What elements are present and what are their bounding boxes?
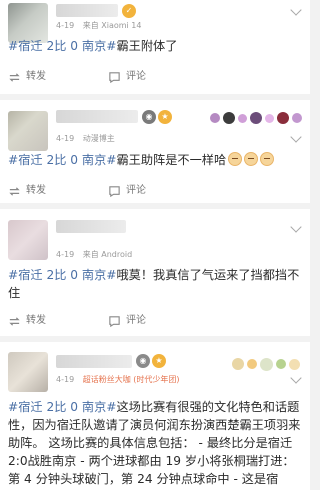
topic-link[interactable]: #宿迁 2比 0 南京# xyxy=(8,39,117,53)
post-meta: 4-19 超话粉丝大咖 (时代少年团) xyxy=(56,374,180,385)
post-card: ✓ 4-19 来自 Xiaomi 14 #宿迁 2比 0 南京#霸王附体了 转发… xyxy=(0,0,310,94)
repost-icon xyxy=(9,72,20,82)
user-badge-icon: ★ xyxy=(152,354,166,368)
repost-label: 转发 xyxy=(26,315,46,326)
repost-icon xyxy=(9,186,20,196)
username-blurred[interactable] xyxy=(56,220,126,233)
post-text: #宿迁 2比 0 南京#霸王附体了 xyxy=(8,37,302,55)
action-bar: 转发 评论 xyxy=(0,310,310,332)
avatar[interactable] xyxy=(8,220,48,260)
topic-link[interactable]: #宿迁 2比 0 南京# xyxy=(8,268,117,282)
comment-button[interactable]: 评论 xyxy=(108,66,146,88)
post-time: 4-19 xyxy=(56,375,75,384)
chevron-down-icon[interactable] xyxy=(290,372,302,384)
avatar[interactable] xyxy=(8,111,48,151)
card-decoration xyxy=(232,356,300,372)
post-body: 霸王助阵是不一样哈 xyxy=(116,153,227,167)
comment-icon xyxy=(109,315,120,327)
action-bar: 转发 评论 xyxy=(0,180,310,202)
repost-button[interactable]: 转发 xyxy=(8,66,46,88)
repost-label: 转发 xyxy=(26,71,46,82)
user-badge-icon: ◉ xyxy=(136,354,150,368)
post-meta: 4-19 来自 Android xyxy=(56,249,132,260)
comment-label: 评论 xyxy=(126,71,146,82)
topic-link[interactable]: #宿迁 2比 0 南京# xyxy=(8,153,117,167)
repost-label: 转发 xyxy=(26,185,46,196)
comment-label: 评论 xyxy=(126,315,146,326)
post-meta: 4-19 动漫博主 xyxy=(56,133,115,144)
repost-button[interactable]: 转发 xyxy=(8,180,46,202)
comment-button[interactable]: 评论 xyxy=(108,310,146,332)
comment-button[interactable]: 评论 xyxy=(108,180,146,202)
comment-label: 评论 xyxy=(126,185,146,196)
username-blurred[interactable] xyxy=(56,355,132,368)
cat-emoji-icon xyxy=(228,152,243,166)
chevron-down-icon[interactable] xyxy=(290,221,302,233)
post-time: 4-19 xyxy=(56,21,75,30)
post-time: 4-19 xyxy=(56,250,75,259)
avatar[interactable] xyxy=(8,352,48,392)
post-source: 动漫博主 xyxy=(82,134,115,143)
action-bar: 转发 评论 xyxy=(0,66,310,88)
post-source: 来自 Xiaomi 14 xyxy=(82,21,142,30)
repost-icon xyxy=(9,316,20,326)
post-text: #宿迁 2比 0 南京#霸王助阵是不一样哈 xyxy=(8,151,302,169)
topic-link[interactable]: #宿迁 2比 0 南京# xyxy=(8,400,117,414)
post-time: 4-19 xyxy=(56,134,75,143)
post-text: #宿迁 2比 0 南京#这场比赛有很强的文化特色和话题性，因为宿迁队邀请了演员何… xyxy=(8,398,302,488)
comment-icon xyxy=(109,185,120,197)
user-badge-icon: ★ xyxy=(158,110,172,124)
card-decoration xyxy=(210,110,302,126)
post-body: 霸王附体了 xyxy=(116,39,178,53)
comment-icon xyxy=(109,71,120,83)
cat-emoji-icon xyxy=(244,152,259,166)
chevron-down-icon[interactable] xyxy=(290,4,302,16)
repost-button[interactable]: 转发 xyxy=(8,310,46,332)
user-badge-icon: ◉ xyxy=(142,110,156,124)
username-blurred[interactable] xyxy=(56,110,138,123)
post-card: ◉ ★ 4-19 动漫博主 #宿迁 2比 0 南京#霸王助阵是不一样哈 转发 评… xyxy=(0,100,310,203)
post-source: 来自 Android xyxy=(82,250,133,259)
chevron-down-icon[interactable] xyxy=(290,131,302,143)
post-meta: 4-19 来自 Xiaomi 14 xyxy=(56,20,141,31)
user-badge-icon: ✓ xyxy=(122,4,136,18)
post-card: ◉ ★ 4-19 超话粉丝大咖 (时代少年团) #宿迁 2比 0 南京#这场比赛… xyxy=(0,342,310,490)
post-source: 超话粉丝大咖 (时代少年团) xyxy=(82,375,180,384)
username-blurred[interactable] xyxy=(56,4,118,17)
cat-emoji-icon xyxy=(260,152,275,166)
post-text: #宿迁 2比 0 南京#哦莫！我真信了气运来了挡都挡不住 xyxy=(8,266,302,302)
post-card: 4-19 来自 Android #宿迁 2比 0 南京#哦莫！我真信了气运来了挡… xyxy=(0,209,310,336)
